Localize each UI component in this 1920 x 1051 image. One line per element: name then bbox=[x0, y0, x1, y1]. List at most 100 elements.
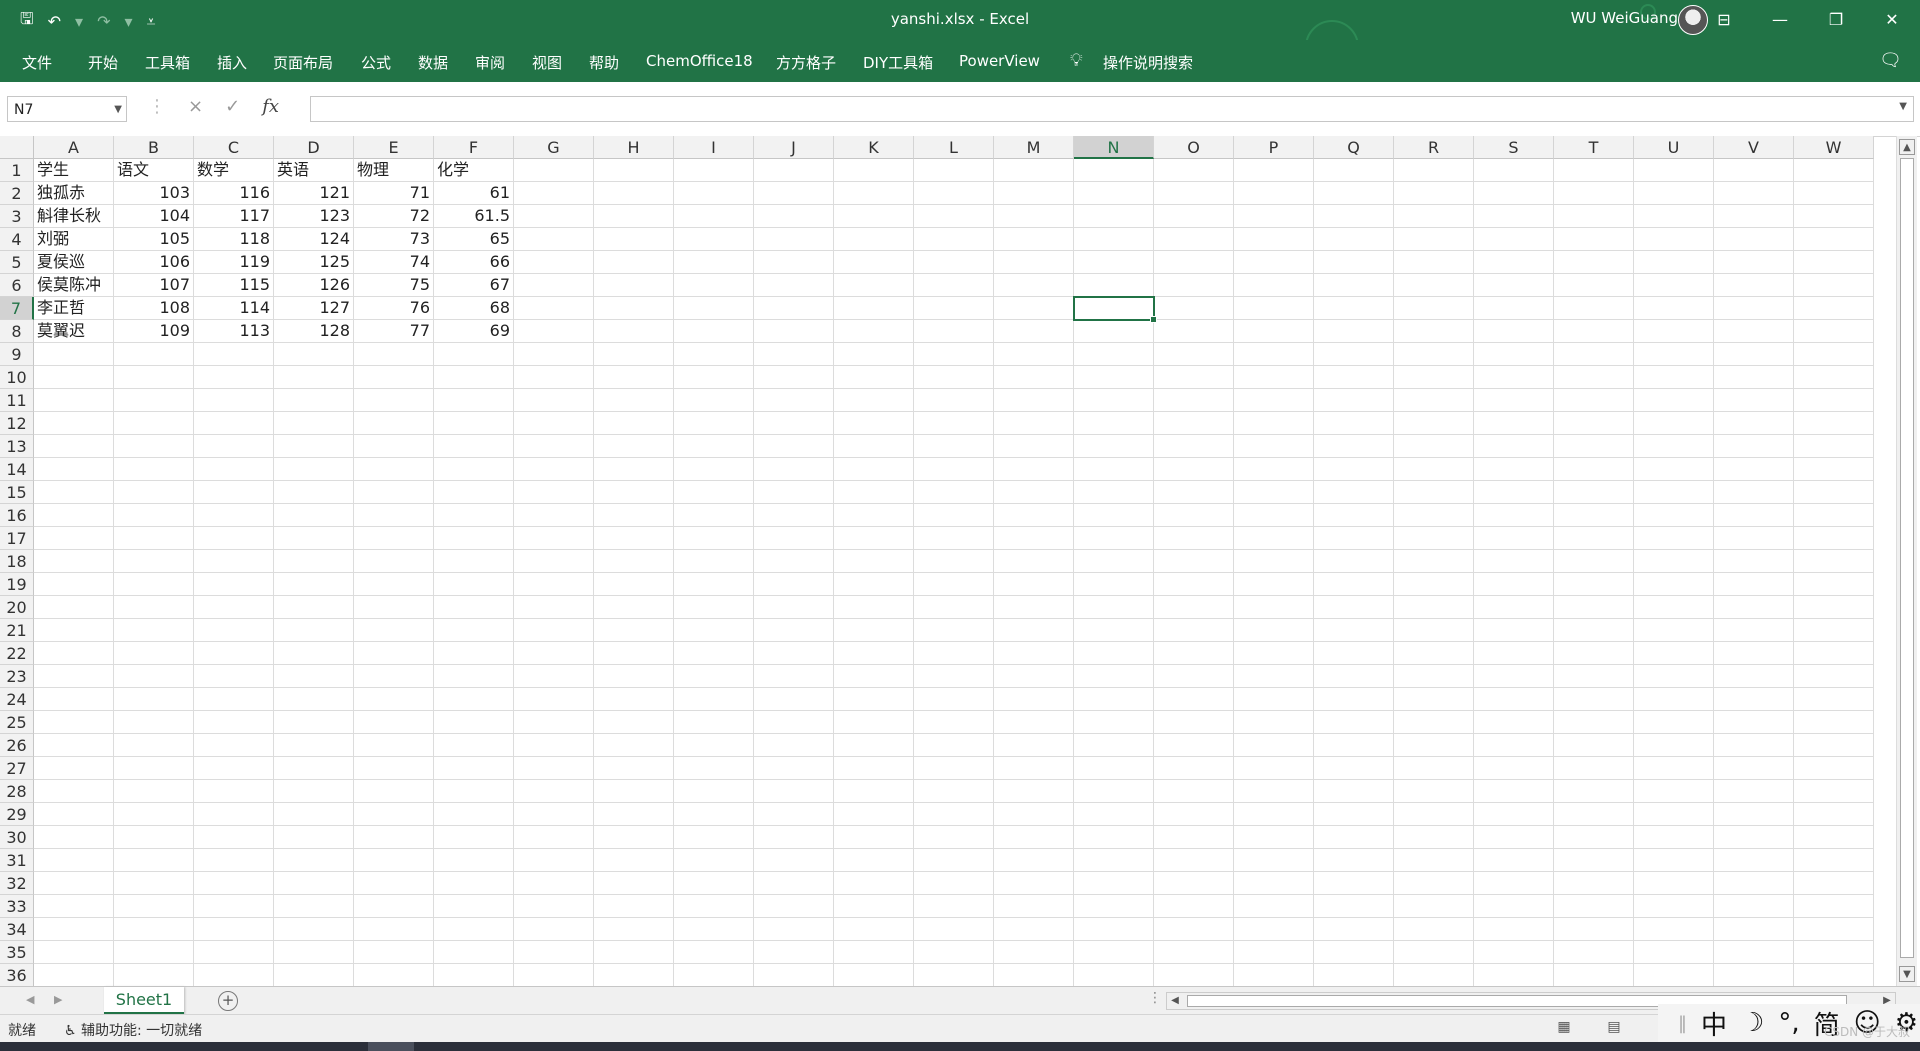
cell-q4[interactable] bbox=[1314, 228, 1394, 251]
cell-k17[interactable] bbox=[834, 527, 914, 550]
cell-g27[interactable] bbox=[514, 757, 594, 780]
cell-j27[interactable] bbox=[754, 757, 834, 780]
cell-a16[interactable] bbox=[34, 504, 114, 527]
cell-d22[interactable] bbox=[274, 642, 354, 665]
cell-b13[interactable] bbox=[114, 435, 194, 458]
cell-b21[interactable] bbox=[114, 619, 194, 642]
cell-h6[interactable] bbox=[594, 274, 674, 297]
cell-t21[interactable] bbox=[1554, 619, 1634, 642]
cell-u13[interactable] bbox=[1634, 435, 1714, 458]
cell-r33[interactable] bbox=[1394, 895, 1474, 918]
cell-q30[interactable] bbox=[1314, 826, 1394, 849]
cell-u7[interactable] bbox=[1634, 297, 1714, 320]
cell-o23[interactable] bbox=[1154, 665, 1234, 688]
cell-v8[interactable] bbox=[1714, 320, 1794, 343]
cell-v27[interactable] bbox=[1714, 757, 1794, 780]
cell-n1[interactable] bbox=[1074, 159, 1154, 182]
cell-a13[interactable] bbox=[34, 435, 114, 458]
cell-o2[interactable] bbox=[1154, 182, 1234, 205]
cell-o26[interactable] bbox=[1154, 734, 1234, 757]
cell-o8[interactable] bbox=[1154, 320, 1234, 343]
row-header[interactable]: 9 bbox=[0, 343, 34, 366]
cell-c4[interactable]: 118 bbox=[194, 228, 274, 251]
cell-l34[interactable] bbox=[914, 918, 994, 941]
cell-i32[interactable] bbox=[674, 872, 754, 895]
cell-a2[interactable]: 独孤赤 bbox=[34, 182, 114, 205]
cell-f30[interactable] bbox=[434, 826, 514, 849]
cell-a31[interactable] bbox=[34, 849, 114, 872]
cell-l18[interactable] bbox=[914, 550, 994, 573]
cell-n13[interactable] bbox=[1074, 435, 1154, 458]
cell-s36[interactable] bbox=[1474, 964, 1554, 986]
cell-d17[interactable] bbox=[274, 527, 354, 550]
cell-w1[interactable] bbox=[1794, 159, 1874, 182]
cell-c12[interactable] bbox=[194, 412, 274, 435]
cell-h1[interactable] bbox=[594, 159, 674, 182]
cell-r22[interactable] bbox=[1394, 642, 1474, 665]
cell-p32[interactable] bbox=[1234, 872, 1314, 895]
cell-g2[interactable] bbox=[514, 182, 594, 205]
cell-l9[interactable] bbox=[914, 343, 994, 366]
column-header-u[interactable]: U bbox=[1634, 136, 1714, 159]
tab-view[interactable]: 视图 bbox=[532, 52, 562, 73]
row-header[interactable]: 10 bbox=[0, 366, 34, 389]
cell-l15[interactable] bbox=[914, 481, 994, 504]
cell-j28[interactable] bbox=[754, 780, 834, 803]
cell-t24[interactable] bbox=[1554, 688, 1634, 711]
cell-t31[interactable] bbox=[1554, 849, 1634, 872]
cell-w9[interactable] bbox=[1794, 343, 1874, 366]
cell-e34[interactable] bbox=[354, 918, 434, 941]
cell-f8[interactable]: 69 bbox=[434, 320, 514, 343]
cell-k23[interactable] bbox=[834, 665, 914, 688]
cell-r11[interactable] bbox=[1394, 389, 1474, 412]
cell-o31[interactable] bbox=[1154, 849, 1234, 872]
vertical-scroll-thumb[interactable] bbox=[1900, 158, 1914, 958]
cell-w35[interactable] bbox=[1794, 941, 1874, 964]
cell-k7[interactable] bbox=[834, 297, 914, 320]
cell-h20[interactable] bbox=[594, 596, 674, 619]
cell-m20[interactable] bbox=[994, 596, 1074, 619]
cell-i10[interactable] bbox=[674, 366, 754, 389]
tab-chemoffice[interactable]: ChemOffice18 bbox=[646, 52, 753, 70]
cell-q27[interactable] bbox=[1314, 757, 1394, 780]
cell-q23[interactable] bbox=[1314, 665, 1394, 688]
cell-u32[interactable] bbox=[1634, 872, 1714, 895]
cell-c31[interactable] bbox=[194, 849, 274, 872]
cell-m2[interactable] bbox=[994, 182, 1074, 205]
cell-s17[interactable] bbox=[1474, 527, 1554, 550]
cell-v12[interactable] bbox=[1714, 412, 1794, 435]
cell-t18[interactable] bbox=[1554, 550, 1634, 573]
cell-p20[interactable] bbox=[1234, 596, 1314, 619]
cell-t17[interactable] bbox=[1554, 527, 1634, 550]
cell-b12[interactable] bbox=[114, 412, 194, 435]
cell-i22[interactable] bbox=[674, 642, 754, 665]
cell-t35[interactable] bbox=[1554, 941, 1634, 964]
sheet-tab[interactable]: Sheet1 bbox=[104, 987, 184, 1015]
cell-w4[interactable] bbox=[1794, 228, 1874, 251]
cell-p2[interactable] bbox=[1234, 182, 1314, 205]
cell-d11[interactable] bbox=[274, 389, 354, 412]
cell-n16[interactable] bbox=[1074, 504, 1154, 527]
cell-s15[interactable] bbox=[1474, 481, 1554, 504]
cell-p25[interactable] bbox=[1234, 711, 1314, 734]
cell-n26[interactable] bbox=[1074, 734, 1154, 757]
cell-g19[interactable] bbox=[514, 573, 594, 596]
customize-qat-icon[interactable]: ⩡ bbox=[147, 12, 156, 32]
cell-h34[interactable] bbox=[594, 918, 674, 941]
cell-c11[interactable] bbox=[194, 389, 274, 412]
cell-m17[interactable] bbox=[994, 527, 1074, 550]
column-header-t[interactable]: T bbox=[1554, 136, 1634, 159]
cell-s19[interactable] bbox=[1474, 573, 1554, 596]
cell-e12[interactable] bbox=[354, 412, 434, 435]
cell-r4[interactable] bbox=[1394, 228, 1474, 251]
cell-h17[interactable] bbox=[594, 527, 674, 550]
cell-w3[interactable] bbox=[1794, 205, 1874, 228]
cell-l3[interactable] bbox=[914, 205, 994, 228]
cell-c28[interactable] bbox=[194, 780, 274, 803]
cell-v1[interactable] bbox=[1714, 159, 1794, 182]
undo-icon[interactable]: ↶ bbox=[48, 12, 61, 31]
redo-dropdown-icon[interactable]: ▾ bbox=[124, 12, 132, 31]
cell-w32[interactable] bbox=[1794, 872, 1874, 895]
cell-w33[interactable] bbox=[1794, 895, 1874, 918]
cell-b34[interactable] bbox=[114, 918, 194, 941]
